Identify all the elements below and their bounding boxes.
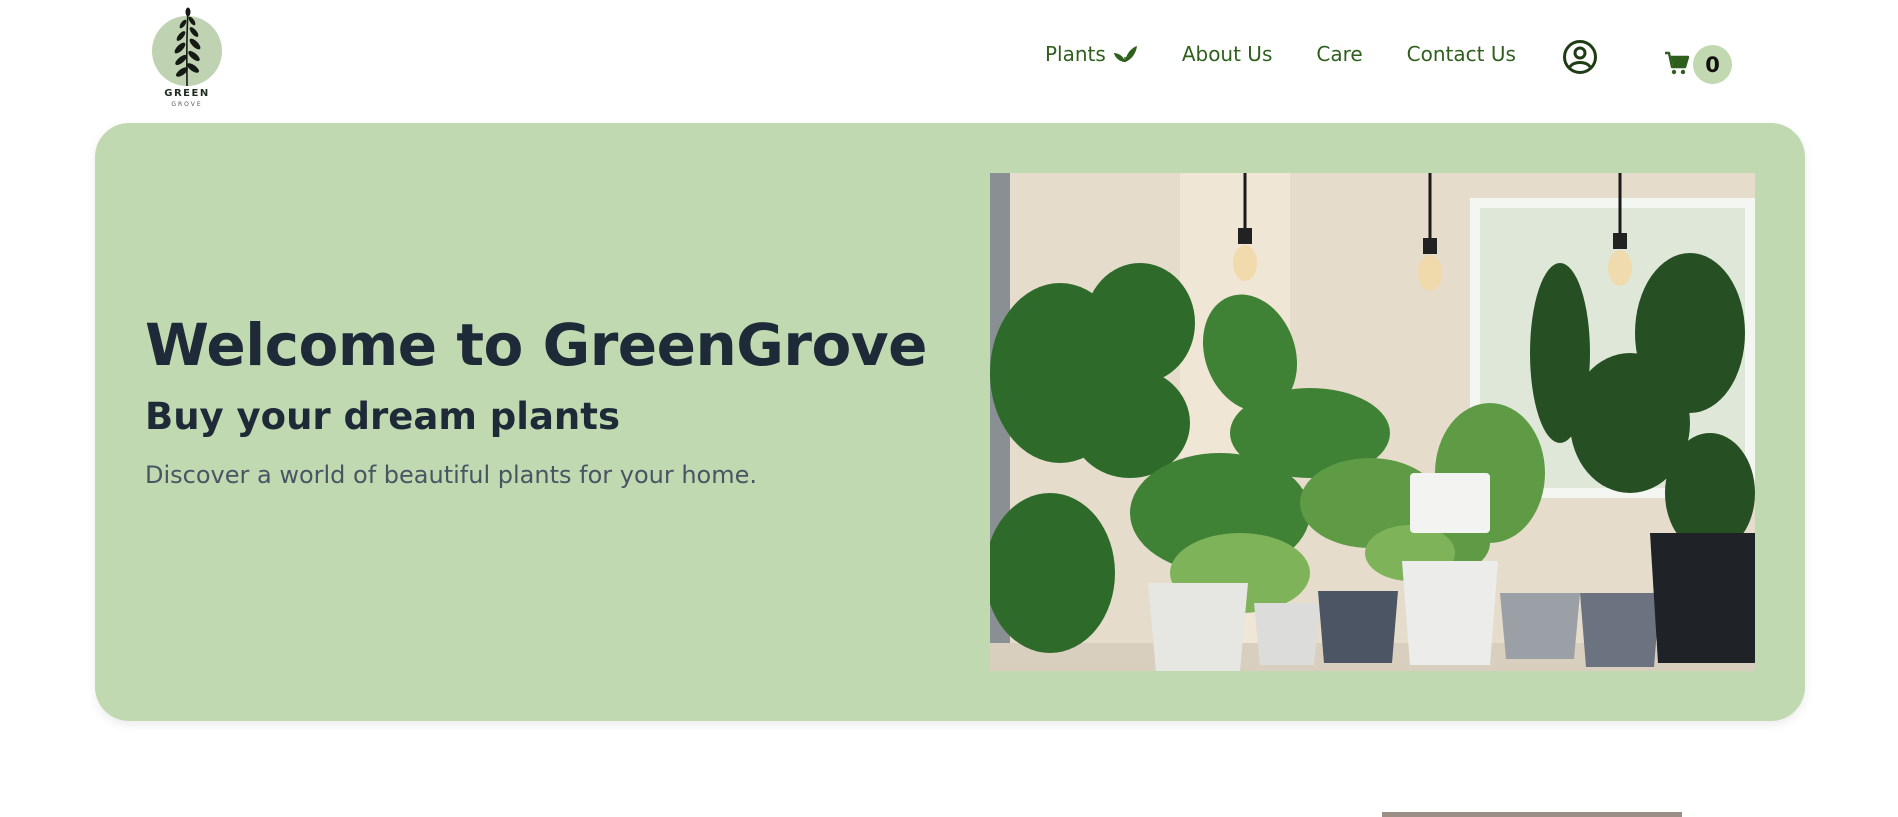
- cart-count-badge[interactable]: 0: [1693, 45, 1732, 84]
- logo-subword: GROVE: [171, 101, 203, 108]
- nav-about-us[interactable]: About Us: [1182, 42, 1273, 66]
- plants-illustration: [990, 173, 1755, 671]
- main-nav: Plants About Us Care Contact Us: [1045, 42, 1560, 66]
- hero-description: Discover a world of beautiful plants for…: [145, 461, 758, 489]
- brand-logo[interactable]: GREEN GROVE: [150, 6, 224, 110]
- nav-plants[interactable]: Plants: [1045, 42, 1138, 66]
- leaf-icon: [1113, 46, 1137, 62]
- user-circle-icon[interactable]: [1562, 39, 1598, 75]
- nav-care[interactable]: Care: [1316, 42, 1362, 66]
- shopping-cart-icon[interactable]: [1664, 50, 1690, 76]
- page: GREEN GROVE Plants About Us Care Contact…: [0, 0, 1898, 817]
- nav-contact-us[interactable]: Contact Us: [1407, 42, 1516, 66]
- next-section-edge: [1382, 812, 1682, 817]
- hero-banner: Welcome to GreenGrove Buy your dream pla…: [95, 123, 1805, 721]
- hero-title: Welcome to GreenGrove: [145, 311, 927, 379]
- logo-wordmark: GREEN: [164, 88, 210, 99]
- logo-plant-icon: [174, 7, 201, 87]
- hero-plants-image: [990, 173, 1755, 671]
- nav-plants-label: Plants: [1045, 42, 1106, 66]
- hero-subtitle: Buy your dream plants: [145, 395, 620, 438]
